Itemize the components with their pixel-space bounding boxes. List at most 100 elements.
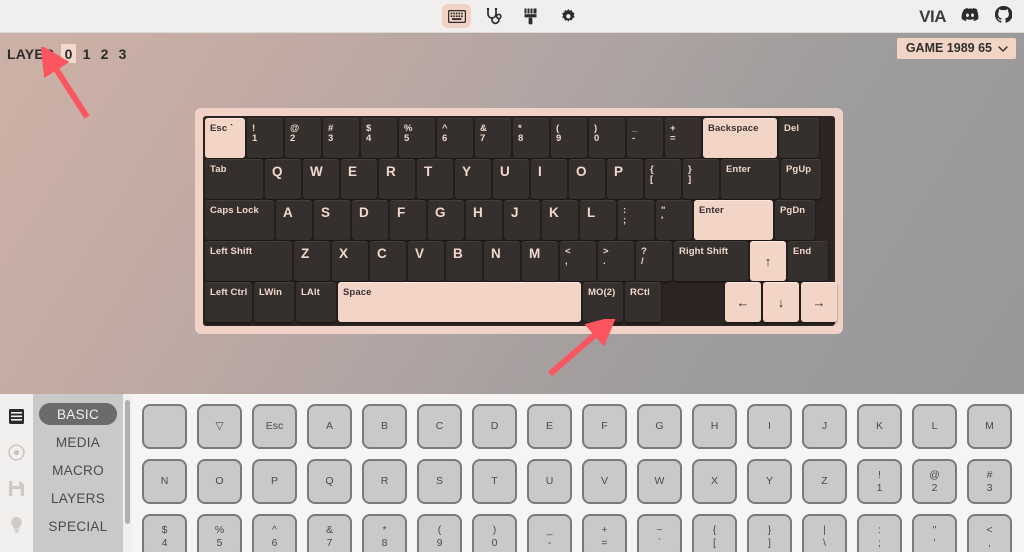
gkey-a[interactable]: A [307, 404, 352, 449]
key-a[interactable]: A [276, 200, 312, 240]
gkey-1[interactable]: ! 1 [857, 459, 902, 504]
key-minus[interactable]: _ - [627, 118, 663, 158]
tab-keymap[interactable] [442, 4, 471, 28]
key-backspace[interactable]: Backspace [703, 118, 777, 158]
key-5[interactable]: % 5 [399, 118, 435, 158]
key-end[interactable]: End [788, 241, 828, 281]
key-7[interactable]: & 7 [475, 118, 511, 158]
gkey-f[interactable]: F [582, 404, 627, 449]
key-equal[interactable]: + = [665, 118, 701, 158]
key-l[interactable]: L [580, 200, 616, 240]
gkey-5[interactable]: % 5 [197, 514, 242, 552]
gkey-lbracket[interactable]: {[ [692, 514, 737, 552]
gkey-grave[interactable]: ~ ` [637, 514, 682, 552]
gkey-9[interactable]: (9 [417, 514, 462, 552]
gkey-d[interactable]: D [472, 404, 517, 449]
gkey-quote[interactable]: " ' [912, 514, 957, 552]
key-s[interactable]: S [314, 200, 350, 240]
key-tab[interactable]: Tab [205, 159, 263, 199]
key-m[interactable]: M [522, 241, 558, 281]
key-8[interactable]: * 8 [513, 118, 549, 158]
key-lctrl[interactable]: Left Ctrl [205, 282, 252, 322]
category-scrollbar[interactable] [123, 394, 132, 552]
key-c[interactable]: C [370, 241, 406, 281]
key-0[interactable]: ) 0 [589, 118, 625, 158]
key-lbracket[interactable]: { [ [645, 159, 681, 199]
gkey-rbracket[interactable]: }] [747, 514, 792, 552]
gkey-n[interactable]: N [142, 459, 187, 504]
key-k[interactable]: K [542, 200, 578, 240]
gkey-b[interactable]: B [362, 404, 407, 449]
gkey-c[interactable]: C [417, 404, 462, 449]
key-enter-top[interactable]: Enter [721, 159, 779, 199]
gkey-7[interactable]: & 7 [307, 514, 352, 552]
key-t[interactable]: T [417, 159, 453, 199]
key-space[interactable]: Space [338, 282, 581, 322]
scrollbar-thumb[interactable] [125, 400, 130, 524]
key-left[interactable]: ← [725, 282, 761, 322]
key-6[interactable]: ^ 6 [437, 118, 473, 158]
gkey-trns[interactable]: ▽ [197, 404, 242, 449]
gkey-minus[interactable]: _ - [527, 514, 572, 552]
key-n[interactable]: N [484, 241, 520, 281]
key-y[interactable]: Y [455, 159, 491, 199]
gkey-g[interactable]: G [637, 404, 682, 449]
category-layers[interactable]: LAYERS [39, 487, 117, 509]
tab-lighting[interactable] [516, 4, 545, 28]
key-capslock[interactable]: Caps Lock [205, 200, 274, 240]
category-macro[interactable]: MACRO [39, 459, 117, 481]
tab-settings[interactable] [553, 4, 582, 28]
gkey-p[interactable]: P [252, 459, 297, 504]
key-w[interactable]: W [303, 159, 339, 199]
gkey-k[interactable]: K [857, 404, 902, 449]
key-o[interactable]: O [569, 159, 605, 199]
key-v[interactable]: V [408, 241, 444, 281]
key-pgup[interactable]: PgUp [781, 159, 821, 199]
gkey-r[interactable]: R [362, 459, 407, 504]
layer-button-1[interactable]: 1 [79, 44, 94, 63]
gkey-m[interactable]: M [967, 404, 1012, 449]
key-rshift[interactable]: Right Shift [674, 241, 748, 281]
layer-button-2[interactable]: 2 [97, 44, 112, 63]
key-4[interactable]: $ 4 [361, 118, 397, 158]
key-j[interactable]: J [504, 200, 540, 240]
gkey-t[interactable]: T [472, 459, 517, 504]
key-lalt[interactable]: LAlt [296, 282, 336, 322]
layer-button-0[interactable]: 0 [61, 44, 77, 63]
key-esc[interactable]: Esc ` [205, 118, 245, 158]
key-quote[interactable]: " ' [656, 200, 692, 240]
keymap-book-icon[interactable] [7, 406, 27, 426]
gkey-blank[interactable] [142, 404, 187, 449]
key-mo2[interactable]: MO(2) [583, 282, 623, 322]
gkey-6[interactable]: ^ 6 [252, 514, 297, 552]
gkey-8[interactable]: * 8 [362, 514, 407, 552]
key-h[interactable]: H [466, 200, 502, 240]
gkey-e[interactable]: E [527, 404, 572, 449]
gkey-equal[interactable]: + = [582, 514, 627, 552]
key-slash[interactable]: ? / [636, 241, 672, 281]
key-r[interactable]: R [379, 159, 415, 199]
keyboard-select-dropdown[interactable]: GAME 1989 65 [896, 38, 1016, 59]
key-rbracket[interactable]: } ] [683, 159, 719, 199]
key-d[interactable]: D [352, 200, 388, 240]
key-i[interactable]: I [531, 159, 567, 199]
key-lshift[interactable]: Left Shift [205, 241, 292, 281]
tab-key-tester[interactable] [479, 4, 508, 28]
gkey-semicolon[interactable]: :; [857, 514, 902, 552]
gkey-backslash[interactable]: | \ [802, 514, 847, 552]
category-basic[interactable]: BASIC [39, 403, 117, 425]
lightbulb-icon[interactable] [7, 514, 27, 534]
key-u[interactable]: U [493, 159, 529, 199]
gkey-0[interactable]: ) 0 [472, 514, 517, 552]
category-special[interactable]: SPECIAL [39, 515, 117, 537]
key-down[interactable]: ↓ [763, 282, 799, 322]
key-z[interactable]: Z [294, 241, 330, 281]
record-icon[interactable] [7, 442, 27, 462]
gkey-u[interactable]: U [527, 459, 572, 504]
key-b[interactable]: B [446, 241, 482, 281]
gkey-s[interactable]: S [417, 459, 462, 504]
gkey-2[interactable]: @2 [912, 459, 957, 504]
gkey-x[interactable]: X [692, 459, 737, 504]
key-right[interactable]: → [801, 282, 837, 322]
gkey-q[interactable]: Q [307, 459, 352, 504]
